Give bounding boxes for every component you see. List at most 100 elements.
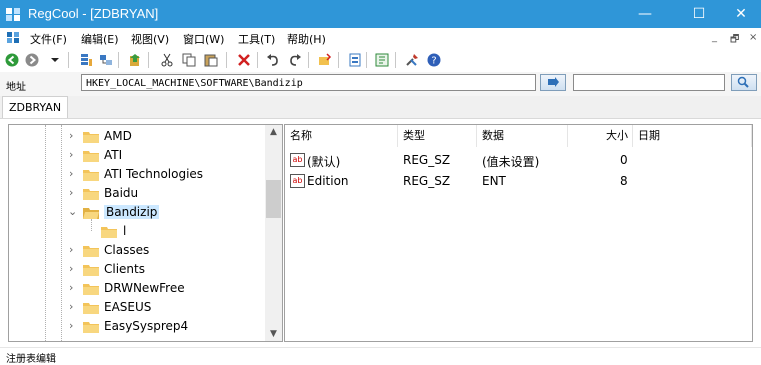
string-value-icon: ab	[290, 153, 305, 167]
menu-bar: 文件(F) 编辑(E) 视图(V) 窗口(W) 工具(T) 帮助(H) _ 🗗 …	[0, 28, 761, 48]
registry-tree[interactable]: › AMD › ATI › ATI Technologies › Baidu ⌄…	[8, 124, 283, 342]
tree-item-bandizip[interactable]: ⌄ Bandizip	[9, 203, 267, 222]
column-header-date[interactable]: 日期	[633, 125, 752, 147]
forward-icon[interactable]	[23, 51, 41, 69]
folder-icon	[83, 284, 99, 295]
menu-view[interactable]: 视图(V)	[131, 31, 169, 47]
regcool-app-icon	[6, 8, 20, 21]
tree-item-classes[interactable]: › Classes	[9, 241, 267, 260]
snapshot-icon[interactable]	[346, 51, 364, 69]
tree-item-label: Clients	[104, 262, 145, 276]
tree-item-baidu[interactable]: › Baidu	[9, 184, 267, 203]
chevron-right-icon[interactable]: ›	[69, 129, 73, 142]
list-item[interactable]: ab (默认) REG_SZ (值未设置) 0	[285, 150, 752, 171]
compare-icon[interactable]	[373, 51, 391, 69]
address-input[interactable]: HKEY_LOCAL_MACHINE\SOFTWARE\Bandizip	[81, 74, 536, 91]
toolbar-separator	[395, 52, 396, 68]
folder-icon	[83, 151, 99, 162]
registry-network-icon[interactable]	[97, 51, 115, 69]
tree-item-label: Bandizip	[104, 205, 160, 219]
close-button[interactable]: ✕	[718, 0, 761, 28]
value-size: 0	[620, 153, 628, 167]
folder-icon	[83, 322, 99, 333]
value-data: (值未设置)	[482, 155, 540, 169]
tree-item-ati-technologies[interactable]: › ATI Technologies	[9, 165, 267, 184]
mdi-restore-button[interactable]: 🗗	[730, 32, 739, 49]
tree-item-label: Baidu	[104, 186, 139, 200]
mdi-minimize-button[interactable]: _	[712, 32, 717, 43]
list-item[interactable]: ab Edition REG_SZ ENT 8	[285, 171, 752, 192]
menu-file[interactable]: 文件(F)	[30, 31, 67, 47]
chevron-right-icon[interactable]: ›	[69, 167, 73, 180]
chevron-right-icon[interactable]: ›	[69, 148, 73, 161]
chevron-down-icon[interactable]: ⌄	[68, 205, 77, 218]
tab-zdbryan[interactable]: ZDBRYAN	[2, 96, 68, 118]
address-bar: 地址 HKEY_LOCAL_MACHINE\SOFTWARE\Bandizip	[0, 72, 761, 96]
menu-help[interactable]: 帮助(H)	[287, 31, 326, 47]
toolbar-separator	[308, 52, 309, 68]
delete-icon[interactable]	[235, 51, 253, 69]
chevron-right-icon[interactable]: ›	[69, 281, 73, 294]
dropdown-arrow-icon[interactable]	[46, 51, 64, 69]
tree-item-ati[interactable]: › ATI	[9, 146, 267, 165]
bookmark-icon[interactable]	[316, 51, 334, 69]
scroll-up-icon[interactable]: ▲	[265, 125, 282, 139]
chevron-right-icon[interactable]: ›	[69, 243, 73, 256]
folder-icon	[83, 265, 99, 276]
chevron-right-icon[interactable]: ›	[69, 186, 73, 199]
svg-text:?: ?	[431, 56, 436, 67]
chevron-right-icon[interactable]: ›	[69, 319, 73, 332]
toolbar-separator	[257, 52, 258, 68]
column-header-name[interactable]: 名称	[285, 125, 398, 147]
go-arrow-icon	[548, 77, 559, 87]
search-icon	[737, 76, 749, 88]
tree-item-l[interactable]: l	[9, 222, 267, 241]
chevron-right-icon[interactable]: ›	[69, 300, 73, 313]
copy-icon[interactable]	[180, 51, 198, 69]
tree-item-drwnewfree[interactable]: › DRWNewFree	[9, 279, 267, 298]
search-button[interactable]	[731, 74, 757, 91]
tree-item-clients[interactable]: › Clients	[9, 260, 267, 279]
column-header-data[interactable]: 数据	[477, 125, 568, 147]
menu-window[interactable]: 窗口(W)	[183, 31, 224, 47]
maximize-button[interactable]: ☐	[676, 0, 722, 28]
toolbar-separator	[68, 52, 69, 68]
value-name: Edition	[307, 174, 349, 188]
redo-icon[interactable]	[286, 51, 304, 69]
undo-icon[interactable]	[264, 51, 282, 69]
back-icon[interactable]	[3, 51, 21, 69]
tools-icon[interactable]	[403, 51, 421, 69]
chevron-right-icon[interactable]: ›	[69, 262, 73, 275]
tree-item-label: DRWNewFree	[104, 281, 185, 295]
folder-icon	[83, 170, 99, 181]
paste-icon[interactable]	[202, 51, 220, 69]
scroll-down-icon[interactable]: ▼	[265, 327, 282, 341]
tree-item-easysysprep4[interactable]: › EasySysprep4	[9, 317, 267, 336]
menu-edit[interactable]: 编辑(E)	[81, 31, 119, 47]
minimize-button[interactable]: —	[622, 0, 668, 28]
toolbar-separator	[148, 52, 149, 68]
values-list[interactable]: 名称 类型 数据 大小 日期 ab (默认) REG_SZ (值未设置) 0 a…	[284, 124, 753, 342]
column-header-size[interactable]: 大小	[568, 125, 633, 147]
go-button[interactable]	[540, 74, 566, 91]
tree-item-amd[interactable]: › AMD	[9, 127, 267, 146]
scrollbar-thumb[interactable]	[266, 180, 281, 218]
cut-icon[interactable]	[158, 51, 176, 69]
tree-scrollbar[interactable]: ▲ ▼	[265, 125, 282, 341]
toolbar-separator	[366, 52, 367, 68]
export-icon[interactable]	[126, 51, 144, 69]
value-size: 8	[620, 174, 628, 188]
registry-icon[interactable]	[77, 51, 95, 69]
string-value-icon: ab	[290, 174, 305, 188]
title-bar: RegCool - [ZDBRYAN] — ☐ ✕	[0, 0, 761, 28]
tree-item-easeus[interactable]: › EASEUS	[9, 298, 267, 317]
tree-item-label: EasySysprep4	[104, 319, 189, 333]
toolbar-separator	[118, 52, 119, 68]
column-header-type[interactable]: 类型	[398, 125, 477, 147]
document-icon[interactable]	[7, 32, 20, 44]
help-icon[interactable]: ?	[425, 51, 443, 69]
toolbar-separator	[226, 52, 227, 68]
menu-tools[interactable]: 工具(T)	[238, 31, 275, 47]
search-input[interactable]	[573, 74, 725, 91]
mdi-close-button[interactable]: ×	[749, 32, 757, 43]
